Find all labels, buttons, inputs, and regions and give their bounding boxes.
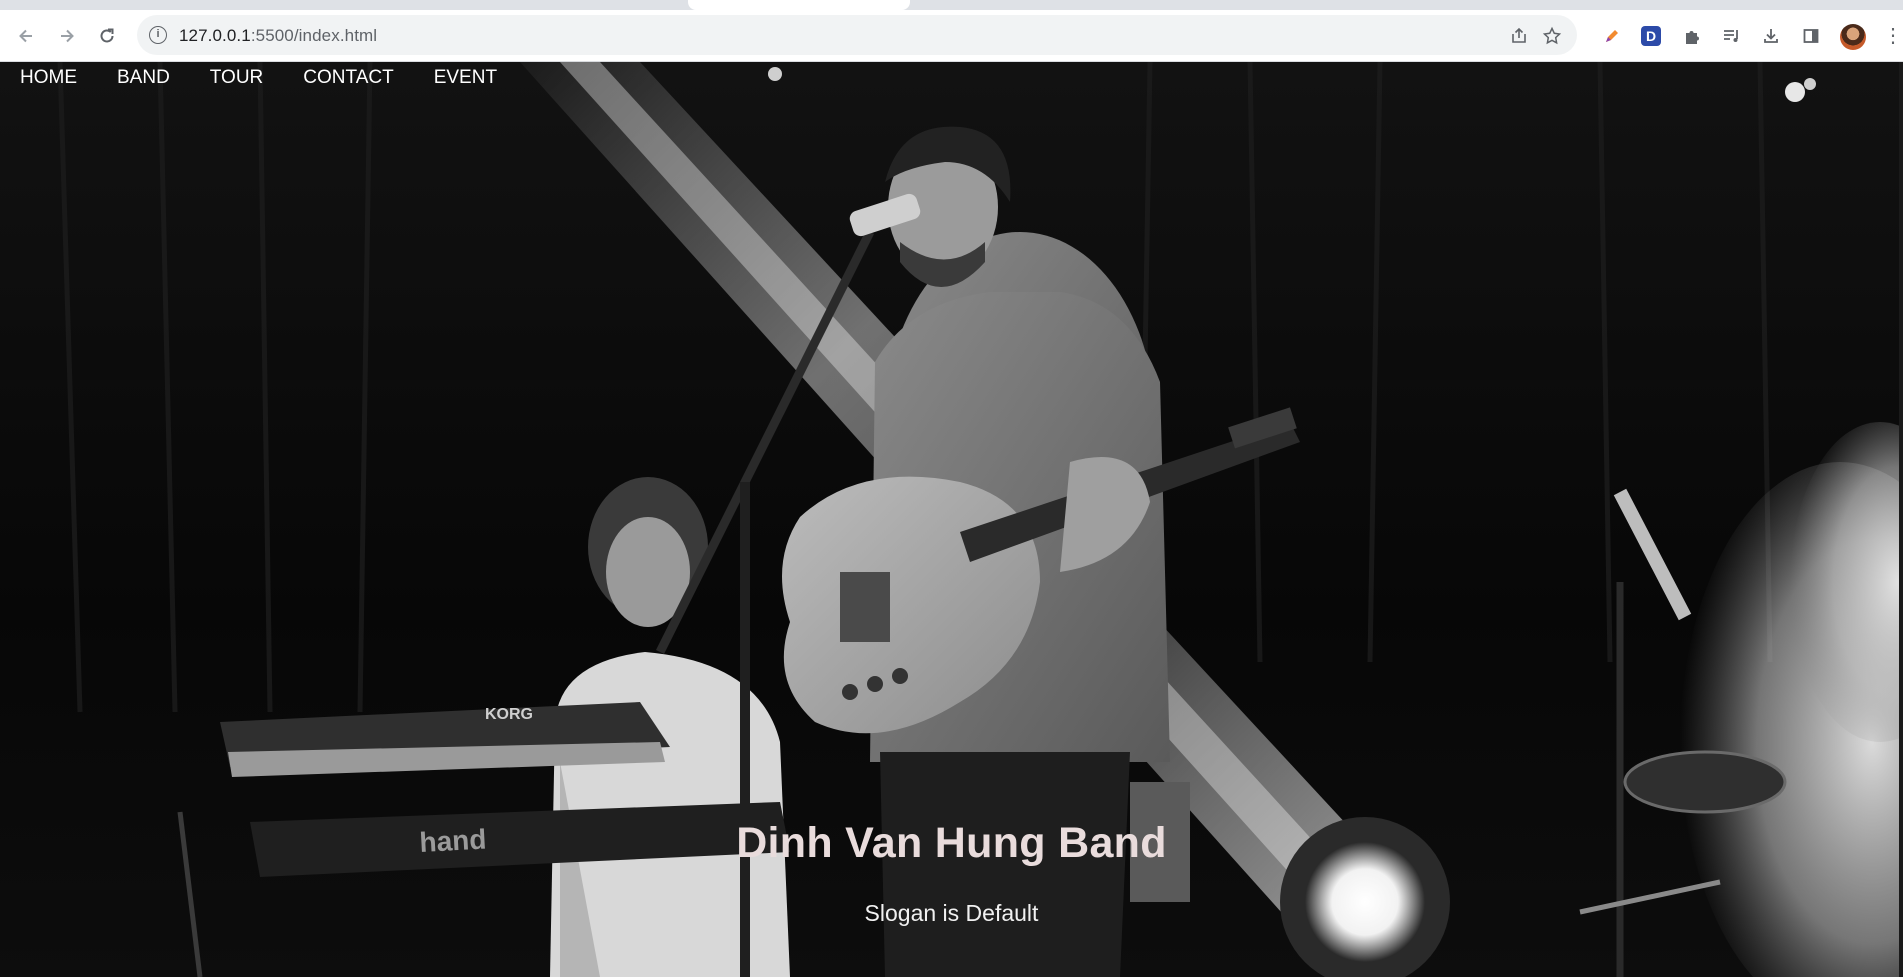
media-queue-icon <box>1724 30 1738 42</box>
tab-strip <box>0 0 1903 10</box>
nav-event-link[interactable]: EVENT <box>414 62 517 94</box>
reload-icon <box>100 28 114 43</box>
back-button[interactable] <box>12 22 40 50</box>
pen-extension-button[interactable] <box>1600 24 1624 48</box>
hero-slogan: Slogan is Default <box>864 900 1039 926</box>
browser-menu-button[interactable]: ⋮ <box>1883 24 1903 48</box>
side-panel-icon <box>1803 29 1819 43</box>
address-bar[interactable]: i 127.0.0.1:5500/index.html <box>137 15 1577 55</box>
profile-avatar[interactable] <box>1840 24 1866 50</box>
d-extension-icon: D <box>1645 28 1657 44</box>
star-icon <box>1542 26 1562 45</box>
hero-title: Dinh Van Hung Band <box>736 819 1167 867</box>
pen-extension-icon <box>1606 30 1618 42</box>
info-icon[interactable]: i <box>149 26 167 44</box>
d-extension-button[interactable]: D <box>1641 26 1661 46</box>
forward-button[interactable] <box>53 22 81 50</box>
puzzle-icon <box>1686 31 1699 44</box>
extensions-button[interactable] <box>1680 24 1704 48</box>
share-icon <box>1512 27 1526 43</box>
url-text[interactable]: 127.0.0.1:5500/index.html <box>179 26 377 46</box>
svg-text:KORG: KORG <box>485 706 533 723</box>
main-nav: HOME BAND TOUR CONTACT EVENT <box>0 62 517 94</box>
media-queue-button[interactable] <box>1720 24 1744 48</box>
page-viewport: hand KORG HOME BAND TOUR CONTACT EVENT D… <box>0 62 1903 977</box>
arrow-left-icon <box>19 29 32 43</box>
page-scrollbar[interactable] <box>1899 62 1903 977</box>
nav-contact-link[interactable]: CONTACT <box>283 62 413 94</box>
share-button[interactable] <box>1508 25 1530 47</box>
nav-home-link[interactable]: HOME <box>0 62 97 94</box>
bookmark-button[interactable] <box>1541 25 1563 47</box>
nav-tour-link[interactable]: TOUR <box>190 62 283 94</box>
active-tab[interactable] <box>688 0 910 10</box>
reload-button[interactable] <box>93 22 121 50</box>
nav-band-link[interactable]: BAND <box>97 62 190 94</box>
download-button[interactable] <box>1759 24 1783 48</box>
download-icon <box>1764 29 1778 43</box>
arrow-right-icon <box>61 29 74 43</box>
side-panel-button[interactable] <box>1799 24 1823 48</box>
browser-toolbar: i 127.0.0.1:5500/index.html D ⋮ <box>0 10 1903 62</box>
hero-section: hand KORG HOME BAND TOUR CONTACT EVENT D… <box>0 62 1903 977</box>
kebab-menu-icon: ⋮ <box>1883 25 1903 47</box>
